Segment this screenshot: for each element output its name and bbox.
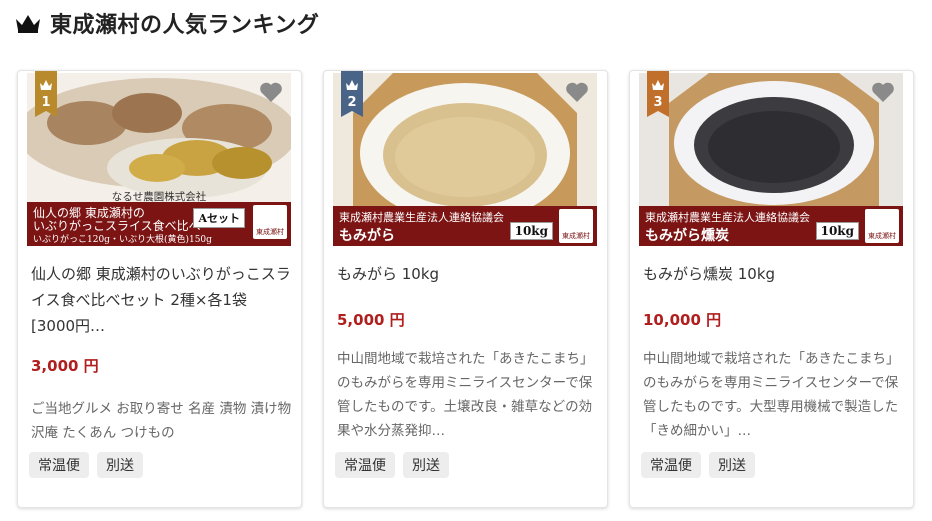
image-caption-band: 東成瀬村農業生産法人連絡協議会 もみがら 10kg 東成瀬村 bbox=[333, 206, 597, 246]
image-logo: 東成瀬村 bbox=[559, 209, 593, 243]
tag-chip: 常温便 bbox=[335, 452, 395, 478]
product-description: 中山間地域で栽培された「あきたこまち」のもみがらを専用ミニライスセンターで保管し… bbox=[643, 351, 900, 439]
image-caption-line2: もみがら bbox=[339, 228, 395, 244]
tag-chip: 別送 bbox=[403, 452, 449, 478]
rank-number: 1 bbox=[41, 95, 51, 110]
rank-badge: 3 bbox=[647, 71, 669, 117]
tag-chip: 常温便 bbox=[29, 452, 89, 478]
image-caption-line3: いぶりがっこ120g・いぶり大根(黄色)150g bbox=[33, 235, 212, 245]
image-set-tag: Aセット bbox=[193, 208, 245, 228]
product-price: 3,000 円 bbox=[31, 357, 99, 375]
rank-number: 3 bbox=[653, 95, 663, 110]
image-weight-tag: 10kg bbox=[815, 222, 859, 240]
image-caption-band: 仙人の郷 東成瀬村の いぶりがっこスライス食べ比べ いぶりがっこ120g・いぶり… bbox=[27, 202, 291, 246]
product-price: 5,000 円 bbox=[337, 311, 405, 329]
product-price: 10,000 円 bbox=[643, 311, 722, 329]
image-caption-line1: 東成瀬村農業生産法人連絡協議会 bbox=[645, 211, 810, 224]
heart-icon[interactable] bbox=[565, 81, 589, 103]
product-description: 中山間地域で栽培された「あきたこまち」のもみがらを専用ミニライスセンターで保管し… bbox=[337, 351, 594, 439]
tag-list: 常温便 別送 bbox=[641, 452, 755, 478]
tag-chip: 別送 bbox=[97, 452, 143, 478]
image-logo: 東成瀬村 bbox=[253, 205, 287, 239]
rank-number: 2 bbox=[347, 95, 357, 110]
product-image[interactable]: 東成瀬村農業生産法人連絡協議会 もみがら 10kg 東成瀬村 bbox=[333, 73, 597, 246]
tag-list: 常温便 別送 bbox=[335, 452, 449, 478]
heart-icon[interactable] bbox=[871, 81, 895, 103]
crown-icon bbox=[16, 15, 40, 33]
image-logo: 東成瀬村 bbox=[865, 209, 899, 243]
product-name[interactable]: もみがら燻炭 10kg bbox=[643, 261, 905, 287]
heart-icon[interactable] bbox=[259, 81, 283, 103]
image-weight-tag: 10kg bbox=[509, 222, 553, 240]
tag-list: 常温便 別送 bbox=[29, 452, 143, 478]
tag-chip: 別送 bbox=[709, 452, 755, 478]
product-image[interactable]: 東成瀬村農業生産法人連絡協議会 もみがら燻炭 10kg 東成瀬村 bbox=[639, 73, 903, 246]
product-name[interactable]: もみがら 10kg bbox=[337, 261, 599, 287]
image-caption-band: 東成瀬村農業生産法人連絡協議会 もみがら燻炭 10kg 東成瀬村 bbox=[639, 206, 903, 246]
product-card[interactable]: 東成瀬村農業生産法人連絡協議会 もみがら 10kg 東成瀬村 2 もみがら 10… bbox=[323, 70, 608, 508]
ranking-header: 東成瀬村の人気ランキング bbox=[14, 6, 319, 40]
image-caption-line2: もみがら燻炭 bbox=[645, 228, 729, 244]
tag-chip: 常温便 bbox=[641, 452, 701, 478]
page-title: 東成瀬村の人気ランキング bbox=[50, 13, 320, 38]
ranking-list: なるせ農園株式会社 仙人の郷 東成瀬村の いぶりがっこスライス食べ比べ いぶりが… bbox=[17, 70, 917, 510]
product-image[interactable]: なるせ農園株式会社 仙人の郷 東成瀬村の いぶりがっこスライス食べ比べ いぶりが… bbox=[27, 73, 291, 246]
product-description: ご当地グルメ お取り寄せ 名産 漬物 漬け物 沢庵 たくあん つけもの bbox=[31, 401, 292, 441]
product-name[interactable]: 仙人の郷 東成瀬村のいぶりがっこスライス食べ比べセット 2種×各1袋 [3000… bbox=[31, 261, 293, 339]
rank-badge: 2 bbox=[341, 71, 363, 117]
product-card[interactable]: 東成瀬村農業生産法人連絡協議会 もみがら燻炭 10kg 東成瀬村 3 もみがら燻… bbox=[629, 70, 914, 508]
product-card[interactable]: なるせ農園株式会社 仙人の郷 東成瀬村の いぶりがっこスライス食べ比べ いぶりが… bbox=[17, 70, 302, 508]
rank-badge: 1 bbox=[35, 71, 57, 117]
image-caption-line1: 東成瀬村農業生産法人連絡協議会 bbox=[339, 211, 504, 224]
